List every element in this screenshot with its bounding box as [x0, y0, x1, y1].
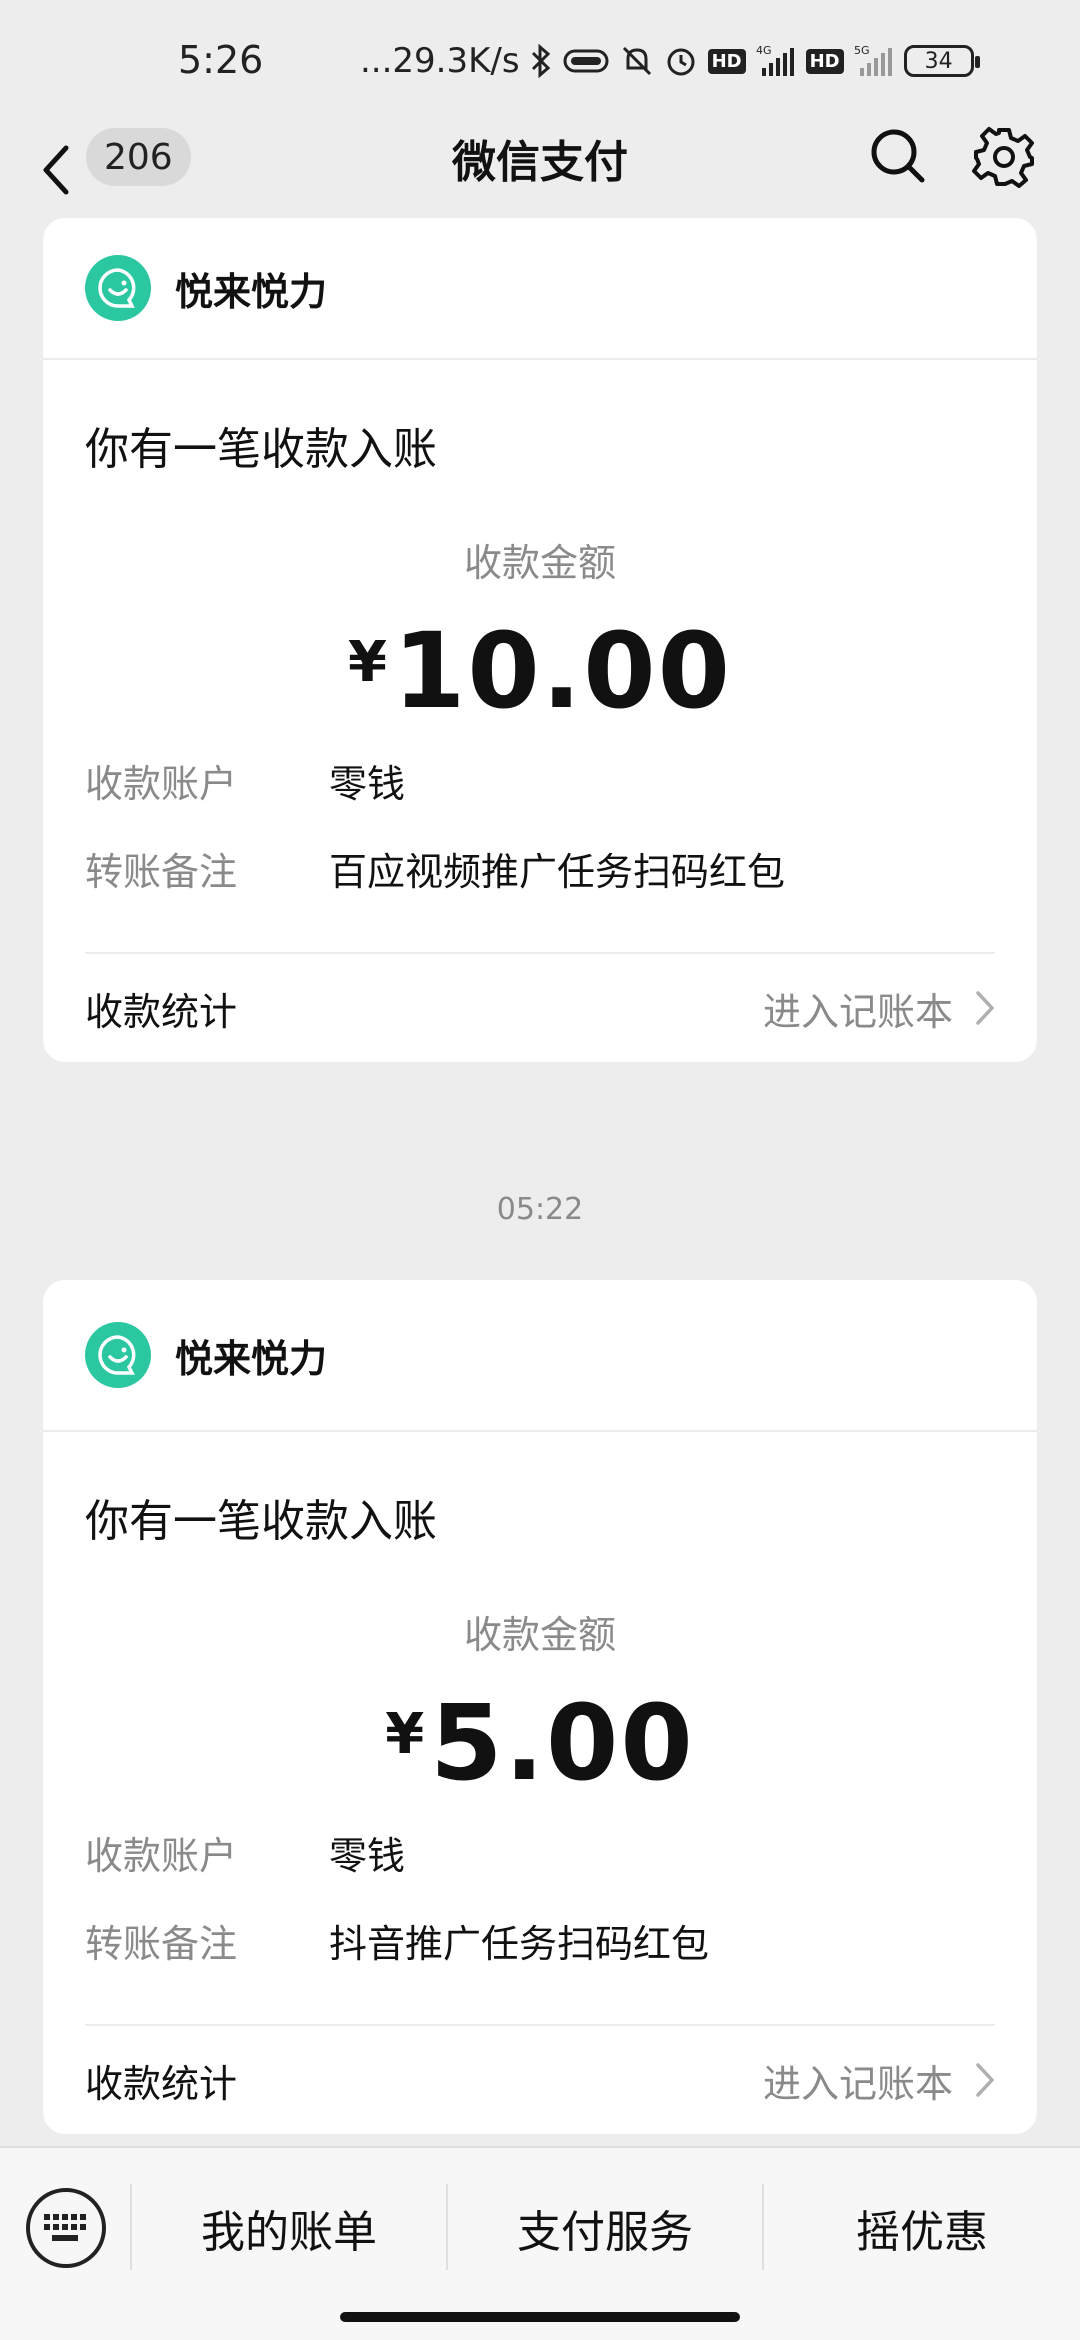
stats-label: 收款统计 [85, 989, 238, 1034]
hd-icon-2: HD [805, 48, 844, 74]
amount-display: ¥10.00 [85, 606, 995, 736]
account-row: 收款账户 零钱 [85, 1808, 995, 1896]
remark-label: 转账备注 [85, 849, 238, 894]
payment-card[interactable]: 悦来悦力 你有一笔收款入账 收款金额 ¥10.00 收款账户 零钱 转账备注 百… [43, 218, 1037, 1062]
ledger-link-label: 进入记账本 [762, 989, 953, 1034]
account-value: 零钱 [329, 1833, 406, 1878]
svg-text:4G: 4G [756, 44, 772, 57]
gear-icon [972, 127, 1034, 188]
signal-5g-icon: 5G [854, 44, 894, 78]
nav-bar: 206 微信支付 [0, 120, 1080, 220]
keyboard-icon [44, 2214, 86, 2241]
remark-row: 转账备注 百应视频推广任务扫码红包 [85, 824, 995, 912]
notice-title: 你有一笔收款入账 [85, 424, 437, 475]
account-label: 收款账户 [85, 1833, 238, 1878]
payment-card[interactable]: 悦来悦力 你有一笔收款入账 收款金额 ¥5.00 收款账户 零钱 转账备注 抖音… [43, 1280, 1037, 2134]
smile-chat-icon [98, 1335, 136, 1375]
stats-row[interactable]: 收款统计 进入记账本 [85, 2024, 995, 2134]
amount-value: 10.00 [393, 610, 732, 732]
merchant-logo [85, 255, 151, 321]
amount-label: 收款金额 [463, 1613, 616, 1657]
status-time: 5:26 [178, 38, 264, 82]
account-label: 收款账户 [85, 761, 238, 806]
amount-label: 收款金额 [463, 541, 616, 585]
net-speed: ...29.3K/s [360, 41, 520, 81]
menu-my-bills[interactable]: 我的账单 [132, 2178, 446, 2278]
remark-value: 百应视频推广任务扫码红包 [329, 849, 786, 894]
remark-label: 转账备注 [85, 1921, 238, 1966]
chevron-right-icon [975, 990, 995, 1026]
amount-value: 5.00 [430, 1682, 695, 1804]
battery-icon: 34 [903, 45, 980, 77]
card-header[interactable]: 悦来悦力 [43, 218, 1037, 360]
signal-4g-icon: 4G [756, 44, 796, 78]
account-value: 零钱 [329, 761, 406, 806]
back-arrow-icon [43, 145, 69, 195]
menu-shake-deals[interactable]: 摇优惠 [764, 2178, 1080, 2278]
chevron-right-icon [975, 2062, 995, 2098]
card-body: 你有一笔收款入账 收款金额 ¥10.00 收款账户 零钱 转账备注 百应视频推广… [43, 420, 1037, 1062]
merchant-logo [85, 1322, 151, 1388]
notice-title: 你有一笔收款入账 [85, 1496, 437, 1547]
message-timestamp: 05:22 [496, 1192, 584, 1227]
keyboard-toggle-button[interactable] [26, 2188, 106, 2268]
stats-row[interactable]: 收款统计 进入记账本 [85, 952, 995, 1062]
vibrate-icon [562, 46, 610, 76]
merchant-name: 悦来悦力 [175, 269, 328, 314]
search-button[interactable] [866, 124, 930, 188]
currency-symbol: ¥ [348, 630, 387, 695]
stats-label: 收款统计 [85, 2061, 238, 2106]
ledger-link[interactable]: 进入记账本 [763, 2053, 995, 2108]
ledger-link[interactable]: 进入记账本 [763, 981, 995, 1036]
svg-text:5G: 5G [854, 44, 870, 57]
remark-value: 抖音推广任务扫码红包 [329, 1921, 710, 1966]
merchant-name: 悦来悦力 [175, 1336, 328, 1381]
smile-chat-icon [98, 268, 136, 308]
status-icons: ...29.3K/s HD 4G HD 5G 34 [360, 36, 980, 86]
screen: 5:26 ...29.3K/s HD 4G HD 5G 34 206 微信支付 … [0, 0, 1080, 2340]
alarm-icon [664, 44, 698, 78]
status-bar: 5:26 ...29.3K/s HD 4G HD 5G 34 [0, 0, 1080, 120]
hd-icon: HD [707, 48, 746, 74]
home-indicator[interactable] [340, 2312, 740, 2322]
unread-count-badge[interactable]: 206 [86, 128, 191, 186]
card-body: 你有一笔收款入账 收款金额 ¥5.00 收款账户 零钱 转账备注 抖音推广任务扫… [43, 1492, 1037, 2134]
ledger-link-label: 进入记账本 [762, 2061, 953, 2106]
settings-button[interactable] [972, 124, 1036, 188]
bluetooth-icon [530, 44, 552, 78]
bottom-menu-bar: 我的账单 支付服务 摇优惠 [0, 2146, 1080, 2340]
amount-display: ¥5.00 [85, 1678, 995, 1808]
menu-payment-services[interactable]: 支付服务 [448, 2178, 762, 2278]
search-icon [871, 129, 925, 183]
account-row: 收款账户 零钱 [85, 736, 995, 824]
currency-symbol: ¥ [385, 1702, 425, 1767]
remark-row: 转账备注 抖音推广任务扫码红包 [85, 1896, 995, 1984]
card-header[interactable]: 悦来悦力 [43, 1280, 1037, 1432]
mute-bell-icon [620, 44, 654, 78]
